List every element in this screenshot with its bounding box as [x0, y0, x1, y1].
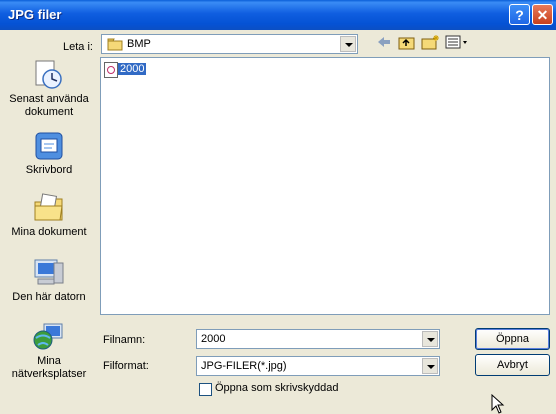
- view-menu-icon[interactable]: [445, 34, 469, 52]
- filename-label: Filnamn:: [103, 334, 146, 346]
- place-label: Mina dokument: [11, 226, 87, 238]
- place-label-2: nätverksplatser: [11, 368, 87, 380]
- place-label: Mina: [37, 355, 61, 367]
- back-arrow-icon[interactable]: [376, 34, 392, 52]
- look-in-dropdown[interactable]: BMP: [101, 34, 358, 54]
- folder-icon: [107, 38, 123, 51]
- readonly-label: Öppna som skrivskyddad: [215, 382, 339, 394]
- filetype-value: JPG-FILER(*.jpg): [201, 360, 287, 372]
- network-places-icon: [33, 323, 63, 350]
- place-desktop[interactable]: Skrivbord: [3, 130, 95, 177]
- place-my-computer[interactable]: Den här datorn: [3, 257, 95, 304]
- up-folder-icon[interactable]: [398, 34, 416, 52]
- place-label: Den här datorn: [12, 291, 86, 303]
- readonly-checkbox[interactable]: [199, 383, 212, 396]
- my-computer-icon: [34, 259, 64, 285]
- file-name: 2000: [118, 63, 147, 75]
- image-file-icon: [104, 62, 118, 78]
- file-open-dialog: JPG filer ? ✕ Leta i: BMP Senast använda…: [0, 0, 556, 414]
- look-in-label: Leta i:: [63, 41, 93, 53]
- filename-input[interactable]: 2000: [196, 329, 440, 349]
- filetype-label: Filformat:: [103, 360, 149, 372]
- close-button[interactable]: ✕: [532, 4, 553, 25]
- place-network[interactable]: Mina nätverksplatser: [3, 321, 95, 381]
- recent-documents-icon: [35, 60, 62, 89]
- open-button[interactable]: Öppna: [475, 328, 550, 350]
- help-button[interactable]: ?: [509, 4, 530, 25]
- mouse-cursor-icon: [491, 394, 505, 414]
- filetype-dropdown[interactable]: JPG-FILER(*.jpg): [196, 356, 440, 376]
- desktop-icon: [35, 132, 63, 160]
- place-label: Skrivbord: [25, 164, 73, 176]
- chevron-down-icon[interactable]: [422, 358, 438, 374]
- place-my-documents[interactable]: Mina dokument: [3, 192, 95, 239]
- new-folder-icon[interactable]: [421, 34, 441, 52]
- filename-value: 2000: [201, 333, 226, 345]
- file-list[interactable]: 2000: [100, 57, 550, 315]
- place-recent[interactable]: Senast använda dokument: [3, 59, 95, 119]
- look-in-value: BMP: [127, 38, 151, 50]
- question-icon: ?: [515, 7, 524, 23]
- chevron-down-icon[interactable]: [340, 36, 356, 52]
- place-label-2: dokument: [24, 106, 74, 118]
- chevron-down-icon[interactable]: [422, 331, 438, 347]
- places-bar: Senast använda dokument Skrivbord Mina d…: [3, 59, 95, 389]
- cancel-button[interactable]: Avbryt: [475, 354, 550, 376]
- my-documents-icon: [34, 193, 63, 221]
- close-icon: ✕: [536, 7, 549, 23]
- title-bar[interactable]: JPG filer ? ✕: [0, 0, 556, 30]
- window-title: JPG filer: [8, 7, 62, 22]
- place-label: Senast använda: [9, 93, 89, 105]
